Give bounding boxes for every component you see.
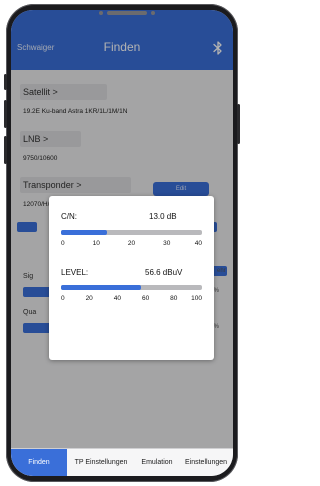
cn-bar-fill	[61, 230, 107, 235]
cn-tick-label: 20	[127, 240, 136, 247]
level-label: LEVEL:	[61, 268, 89, 277]
cn-value: 13.0 dB	[149, 212, 177, 221]
cn-tick-label: 0	[61, 240, 65, 247]
tab-finden[interactable]: Finden	[11, 449, 67, 476]
cn-label: C/N:	[61, 212, 77, 221]
level-tick-label: 60	[141, 295, 150, 302]
cn-tick-label: 10	[92, 240, 100, 247]
level-tick-label: 0	[61, 295, 65, 302]
cn-bar	[61, 230, 202, 235]
level-value: 56.6 dBuV	[145, 268, 183, 277]
cn-tick-label: 40	[194, 240, 202, 247]
level-bar	[61, 285, 202, 290]
side-button-volume-down	[4, 136, 7, 164]
tab-emulation[interactable]: Emulation	[135, 449, 179, 476]
level-tick-label: 20	[85, 295, 93, 302]
level-tick-label: 100	[191, 295, 202, 302]
level-bar-fill	[61, 285, 141, 290]
level-tick-label: 80	[170, 295, 178, 302]
cn-tick-label: 30	[163, 240, 171, 247]
side-button-power	[237, 104, 240, 144]
side-button-silent	[4, 74, 7, 90]
tab-tp-einstellungen[interactable]: TP Einstellungen	[69, 449, 133, 476]
level-tick-label: 40	[113, 295, 122, 302]
tab-einstellungen[interactable]: Einstellungen	[179, 449, 233, 476]
side-button-volume-up	[4, 100, 7, 128]
bottom-tab-bar: Finden TP Einstellungen Emulation Einste…	[11, 448, 233, 476]
phone-frame: Schwaiger Finden Satellit > 19.2E Ku-ban…	[4, 4, 240, 482]
signal-meter-dialog: C/N: 13.0 dB LEVEL: 56.6 dBuV 0 10 20 30 40 0…	[49, 196, 214, 360]
phone-screen: Schwaiger Finden Satellit > 19.2E Ku-ban…	[11, 10, 233, 476]
